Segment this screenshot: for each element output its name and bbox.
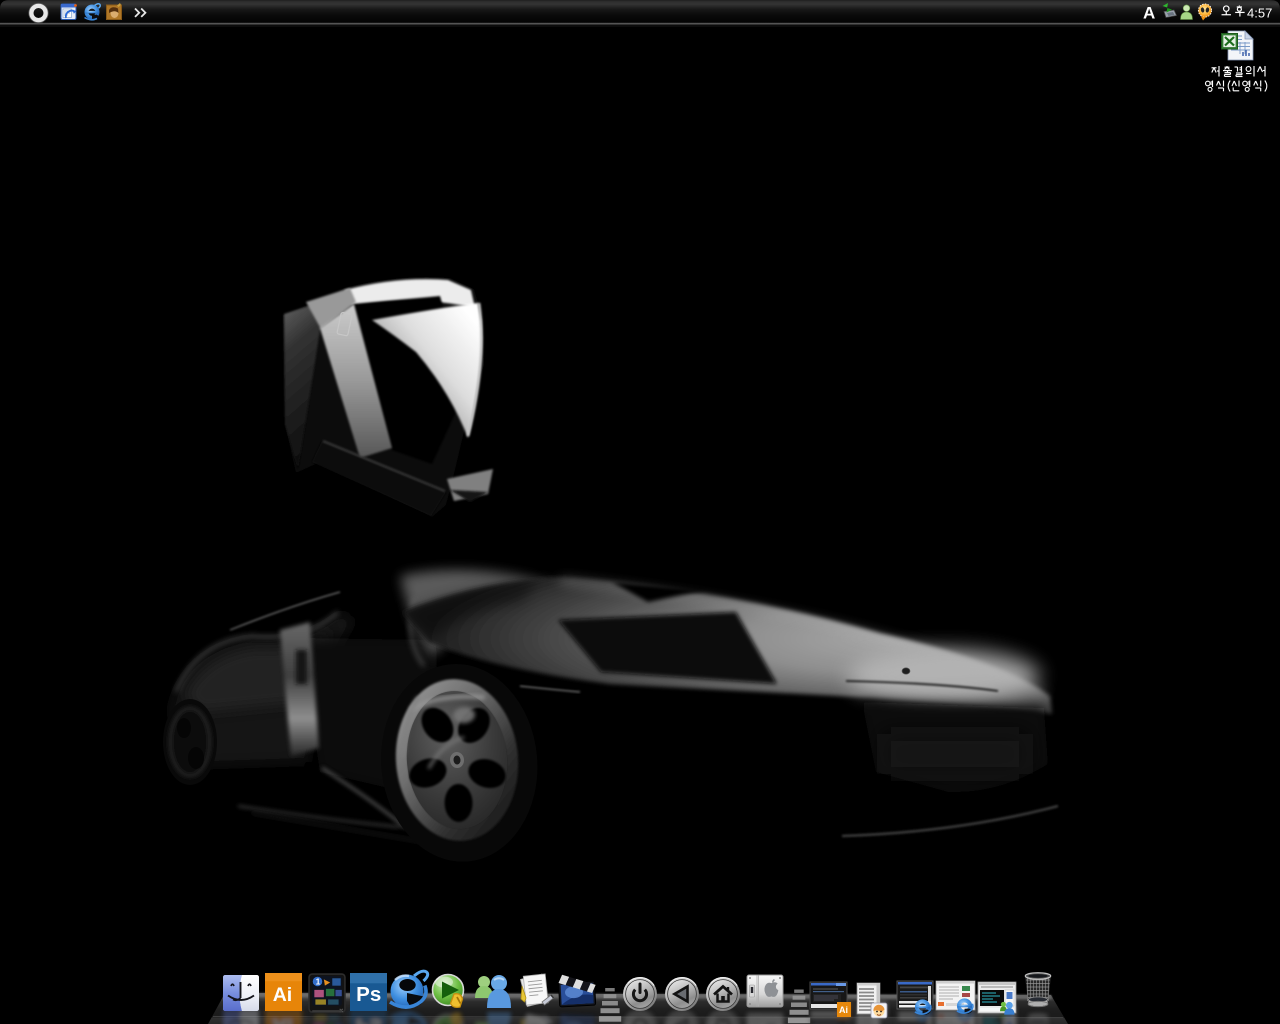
svg-text:A: A [1143,4,1155,23]
svg-text:Ai: Ai [273,1014,293,1024]
svg-text:4:57: 4:57 [1247,6,1272,21]
svg-text:Ps: Ps [356,983,381,1006]
svg-text:Ai: Ai [839,1005,848,1015]
svg-text:Ps: Ps [356,1014,381,1024]
svg-text:Ai: Ai [273,984,293,1006]
svg-text:1: 1 [316,976,321,986]
